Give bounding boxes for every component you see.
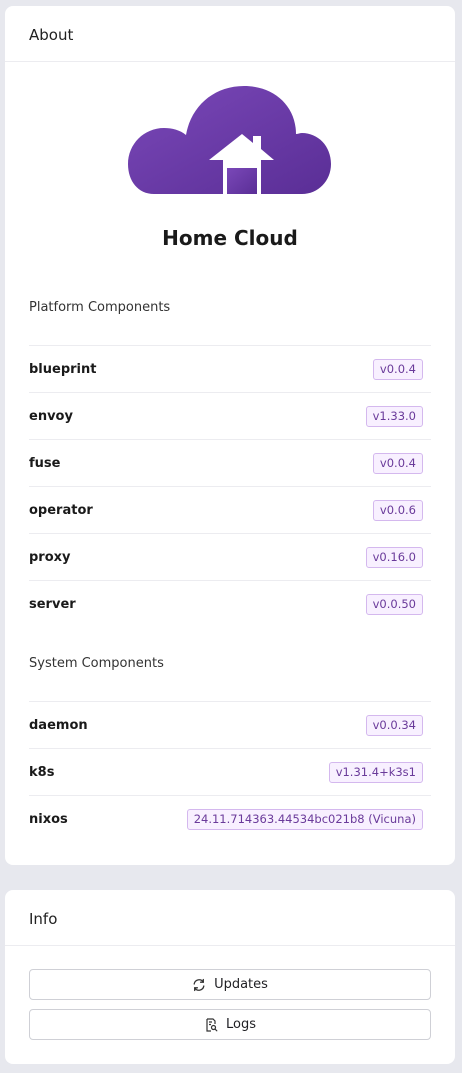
version-badge: v0.0.4 (372, 452, 423, 474)
component-row-blueprint: blueprint v0.0.4 (29, 345, 431, 392)
app-name: Home Cloud (162, 226, 298, 250)
component-name: operator (29, 502, 93, 518)
platform-components-title: Platform Components (29, 300, 171, 315)
component-row-fuse: fuse v0.0.4 (29, 439, 431, 486)
about-title: About (5, 6, 455, 62)
component-row-envoy: envoy v1.33.0 (29, 392, 431, 439)
updates-label: Updates (214, 977, 268, 992)
component-name: k8s (29, 764, 55, 780)
component-row-operator: operator v0.0.6 (29, 486, 431, 533)
version-badge: 24.11.714363.44534bc021b8 (Vicuna) (186, 808, 423, 830)
component-row-nixos: nixos 24.11.714363.44534bc021b8 (Vicuna) (29, 795, 431, 842)
version-badge: v1.33.0 (365, 405, 423, 427)
component-row-proxy: proxy v0.16.0 (29, 533, 431, 580)
component-name: fuse (29, 455, 61, 471)
version-badge: v0.16.0 (365, 546, 423, 568)
component-name: server (29, 596, 76, 612)
platform-components-list: blueprint v0.0.4 envoy v1.33.0 fuse v0.0.4 ope… (29, 345, 431, 627)
component-row-k8s: k8s v1.31.4+k3s1 (29, 748, 431, 795)
component-row-daemon: daemon v0.0.34 (29, 701, 431, 748)
component-name: daemon (29, 717, 88, 733)
component-row-server: server v0.0.50 (29, 580, 431, 627)
component-name: envoy (29, 408, 73, 424)
refresh-icon (192, 978, 206, 992)
logs-label: Logs (226, 1017, 256, 1032)
version-badge: v0.0.34 (365, 714, 423, 736)
component-name: proxy (29, 549, 71, 565)
info-card: Info Updates Logs (5, 890, 455, 1064)
version-badge: v0.0.6 (372, 499, 423, 521)
logs-button[interactable]: Logs (29, 1009, 431, 1040)
system-components-title: System Components (29, 656, 164, 671)
component-name: blueprint (29, 361, 97, 377)
version-badge: v0.0.4 (372, 358, 423, 380)
component-name: nixos (29, 811, 68, 827)
cloud-house-icon (5, 84, 455, 196)
version-badge: v1.31.4+k3s1 (328, 761, 423, 783)
document-search-icon (204, 1017, 218, 1032)
updates-button[interactable]: Updates (29, 969, 431, 1000)
system-components-list: daemon v0.0.34 k8s v1.31.4+k3s1 nixos 24.11.7… (29, 701, 431, 842)
info-title: Info (5, 890, 455, 946)
about-card: About Home Cloud Platform Components blu… (5, 6, 455, 865)
version-badge: v0.0.50 (365, 593, 423, 615)
